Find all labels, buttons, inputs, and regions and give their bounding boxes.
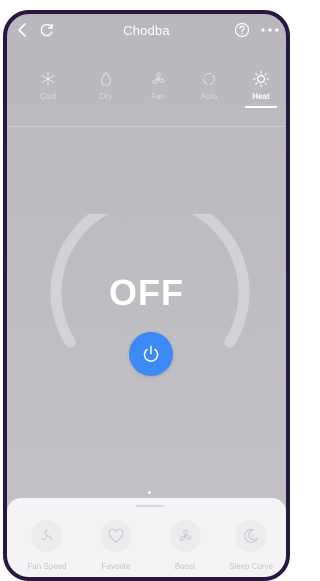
mode-heat[interactable]: Heat (236, 70, 286, 108)
sleep-curve-icon-circle: z (235, 520, 267, 552)
feature-label: Favorite (101, 562, 131, 571)
svg-text:z: z (252, 534, 255, 539)
mode-label: Heat (252, 92, 270, 101)
feature-fan-speed[interactable]: Fan Speed (17, 520, 77, 571)
feature-label: Boost (174, 562, 196, 571)
top-bar: Chodba (7, 14, 286, 50)
mode-fan[interactable]: Fan (133, 70, 183, 101)
active-mode-indicator (245, 106, 277, 108)
snowflake-icon (41, 71, 55, 87)
auto-icon (202, 72, 216, 86)
droplet-icon (100, 71, 112, 87)
feature-sheet: Fan Speed Favorite Boost z Sleep Curve (7, 498, 286, 577)
mode-selector: Cool Dry Fan Auto Heat (7, 70, 286, 120)
heart-icon (108, 528, 124, 543)
drag-handle[interactable] (136, 505, 164, 507)
feature-boost[interactable]: Boost (155, 520, 215, 571)
mode-label: Fan (151, 92, 165, 101)
feature-favorite[interactable]: Favorite (86, 520, 146, 571)
favorite-icon-circle (100, 520, 132, 552)
mode-auto[interactable]: Auto (184, 70, 234, 101)
mode-label: Auto (200, 92, 218, 101)
mode-label: Dry (99, 92, 113, 101)
fan-speed-icon-circle (31, 520, 63, 552)
mode-cool[interactable]: Cool (23, 70, 73, 101)
boost-icon-circle (169, 520, 201, 552)
help-circle-icon[interactable] (232, 20, 252, 40)
feature-sleep-curve[interactable]: z Sleep Curve (221, 520, 281, 571)
more-dots-icon[interactable] (257, 20, 285, 40)
mode-label: Cool (39, 92, 57, 101)
power-button[interactable] (129, 332, 173, 376)
fan-icon (152, 72, 165, 85)
power-icon (143, 345, 159, 362)
phone-screen: Chodba Cool Dry Fan Auto Heat OFF Fan Sp… (3, 10, 290, 581)
power-state-text: OFF (109, 272, 184, 313)
page-indicator (148, 491, 151, 494)
feature-label: Fan Speed (27, 562, 67, 571)
fan-speed-icon (41, 529, 52, 541)
mode-dry[interactable]: Dry (81, 70, 131, 101)
feature-label: Sleep Curve (228, 562, 274, 571)
moon-icon: z (244, 528, 258, 543)
divider (7, 126, 286, 127)
boost-fan-icon (179, 529, 192, 542)
sun-icon (252, 70, 270, 88)
